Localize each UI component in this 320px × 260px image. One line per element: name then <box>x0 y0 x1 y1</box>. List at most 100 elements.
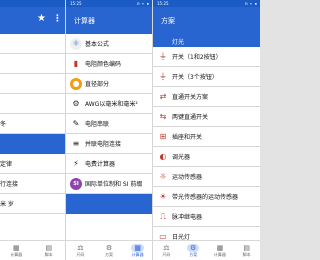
si-units-icon: SI <box>70 178 82 190</box>
calculators-screen: 15:25 ⊟ ▾ ▪ 计算器 ⚛ 基本公式 ▮ 电阻颜色编码 ● 直径部分 ⚙ AWG以毫米… <box>65 0 152 260</box>
two-key-pass-switch-icon: ⇆ <box>159 112 167 121</box>
list-item[interactable]: ✎ 电阻串联 <box>66 114 152 134</box>
list-item[interactable]: 冬 <box>0 114 65 134</box>
list-item[interactable]: 行连接 <box>0 174 65 194</box>
list-item[interactable]: ☼ 运动传感器 <box>153 167 260 187</box>
nav-item[interactable]: ▦ 计算器 <box>123 241 152 260</box>
list-item-label: 并联电阻连接 <box>85 141 122 148</box>
nav-label: 脚本 <box>44 252 53 257</box>
nav-label: 脚本 <box>242 252 251 257</box>
list-item[interactable]: ☀ 带光传感器的运动传感器 <box>153 187 260 207</box>
nav-item[interactable]: ⚙ 方案 <box>95 241 124 260</box>
nav-icon: ▤ <box>45 244 53 252</box>
left-screen: ★ ⋮ 冬定律 行连接米 岁 ▦ 计算器 ▤ 脚本 <box>0 0 65 260</box>
atom-icon: ⚛ <box>70 38 82 50</box>
nav-icon: ▤ <box>243 244 250 252</box>
status-indicators: ⊟ ▾ ▪ <box>136 1 149 6</box>
nav-item[interactable]: ▦ 计算器 <box>207 241 234 260</box>
list-item-label: 开关（1和2按钮） <box>172 54 222 61</box>
wire-gauge-icon: ⚙ <box>70 98 82 110</box>
bottom-nav: ⚖ 尺码 ⚙ 方案 ▦ 计算器 ▤ 脚本 <box>153 240 260 260</box>
list-item[interactable]: ⊞ 插座和开关 <box>153 127 260 147</box>
nav-icon: ⚙ <box>186 244 200 252</box>
list-item[interactable] <box>0 74 65 94</box>
list-item[interactable]: ≡ 并联电阻连接 <box>66 134 152 154</box>
fluorescent-lamp-icon: ▭ <box>159 232 167 240</box>
star-icon[interactable]: ★ <box>37 13 46 25</box>
list-item[interactable] <box>66 194 152 214</box>
list-item-label: 电阻颜色编码 <box>85 61 122 68</box>
list-item-label: 日光灯 <box>172 234 191 240</box>
list-item[interactable]: ▭ 日光灯 <box>153 227 260 240</box>
nav-item[interactable]: ▦ 计算器 <box>0 241 33 260</box>
nav-icon: ▦ <box>12 244 20 252</box>
list-item-label: 电费计算器 <box>85 161 116 168</box>
switch-three-button-icon: ⏚ <box>159 72 167 81</box>
nav-item[interactable]: ⚙ 方案 <box>180 241 207 260</box>
list-item-label: 电阻串联 <box>85 121 110 128</box>
socket-switch-icon: ⊞ <box>159 132 167 141</box>
list-item[interactable]: ⏚ 开关（1和2按钮） <box>153 47 260 67</box>
nav-item[interactable]: ⚖ 尺码 <box>153 241 180 260</box>
list-item-label: 冬 <box>0 121 7 128</box>
page-title: 方案 <box>161 17 175 25</box>
list-item[interactable]: ⇆ 两键直通开关 <box>153 107 260 127</box>
section-header-lighting: 灯光 <box>153 34 260 47</box>
list-item[interactable]: ▮ 电阻颜色编码 <box>66 54 152 74</box>
list-item[interactable] <box>0 34 65 54</box>
list-item[interactable]: SI 国际单位制和 SI 前缀 <box>66 174 152 194</box>
list-item-label: 开关（3个按钮） <box>172 74 218 81</box>
list-item-label: 带光传感器的运动传感器 <box>172 194 239 201</box>
list-item-label: 插座和开关 <box>172 134 203 141</box>
scheme-list: 灯光 ⏚ 开关（1和2按钮） ⏚ 开关（3个按钮） ⇄ 直通开关方案 ⇆ 两键直通开关 ⊞ 插座和… <box>153 34 260 240</box>
list-item[interactable]: ● 直径部分 <box>66 74 152 94</box>
status-bar <box>0 0 65 7</box>
nav-label: 计算器 <box>131 252 144 257</box>
list-item-label: 脉冲继电器 <box>172 214 203 221</box>
list-item[interactable] <box>0 94 65 114</box>
light-motion-sensor-icon: ☀ <box>159 192 167 201</box>
nav-label: 尺码 <box>162 252 171 257</box>
app-bar: ★ ⋮ <box>0 7 65 34</box>
list-item-label: 两键直通开关 <box>172 114 209 121</box>
nav-icon: ⚖ <box>77 244 84 252</box>
list-item[interactable]: ⇄ 直通开关方案 <box>153 87 260 107</box>
nav-label: 尺码 <box>76 252 85 257</box>
dimmer-icon: ◐ <box>159 152 167 161</box>
nav-icon: ▦ <box>131 244 144 252</box>
list-item[interactable] <box>0 54 65 74</box>
list-item[interactable] <box>0 134 65 154</box>
list-item[interactable]: ⚛ 基本公式 <box>66 34 152 54</box>
list-item[interactable]: 米 岁 <box>0 194 65 214</box>
list-item-label: 定律 <box>0 161 13 168</box>
list-item-label: 直径部分 <box>85 81 110 88</box>
nav-item[interactable]: ▤ 脚本 <box>33 241 66 260</box>
left-list: 冬定律 行连接米 岁 <box>0 34 65 240</box>
bottom-nav: ▦ 计算器 ▤ 脚本 <box>0 240 65 260</box>
list-item[interactable]: ◐ 调光器 <box>153 147 260 167</box>
list-item[interactable]: 定律 <box>0 154 65 174</box>
list-item[interactable]: ⚙ AWG以毫米和毫米² <box>66 94 152 114</box>
nav-label: 方案 <box>105 252 113 257</box>
schemes-screen: 15:25 ⊟ ▾ ▪ 方案 灯光 ⏚ 开关（1和2按钮） ⏚ 开关（3个按钮） ⇄ 直通… <box>152 0 260 260</box>
energy-cost-icon: ⚡ <box>70 158 82 170</box>
list-item[interactable]: ⚡ 电费计算器 <box>66 154 152 174</box>
list-item-label: 国际单位制和 SI 前缀 <box>85 181 143 188</box>
resistor-parallel-icon: ≡ <box>70 138 82 150</box>
nav-item[interactable]: ⚖ 尺码 <box>66 241 95 260</box>
more-menu-icon[interactable]: ⋮ <box>53 13 62 25</box>
diameter-icon: ● <box>70 78 82 90</box>
nav-item[interactable]: ▤ 脚本 <box>233 241 260 260</box>
list-item-label: 直通开关方案 <box>172 94 209 101</box>
calculator-list: ⚛ 基本公式 ▮ 电阻颜色编码 ● 直径部分 ⚙ AWG以毫米和毫米² ✎ 电阻串联 ≡ 并联电阻连接… <box>66 34 152 240</box>
list-item[interactable]: ⎍ 脉冲继电器 <box>153 207 260 227</box>
section-title: 灯光 <box>172 39 185 46</box>
list-item[interactable]: ⏚ 开关（3个按钮） <box>153 67 260 87</box>
status-time: 15:25 <box>70 1 82 6</box>
status-bar: 15:25 ⊟ ▾ ▪ <box>153 0 260 7</box>
impulse-relay-icon: ⎍ <box>160 212 166 221</box>
list-item-label: 米 岁 <box>0 201 14 208</box>
resistor-series-icon: ✎ <box>70 118 82 130</box>
bottom-nav: ⚖ 尺码 ⚙ 方案 ▦ 计算器 <box>66 240 152 260</box>
list-item-label: AWG以毫米和毫米² <box>85 101 138 108</box>
